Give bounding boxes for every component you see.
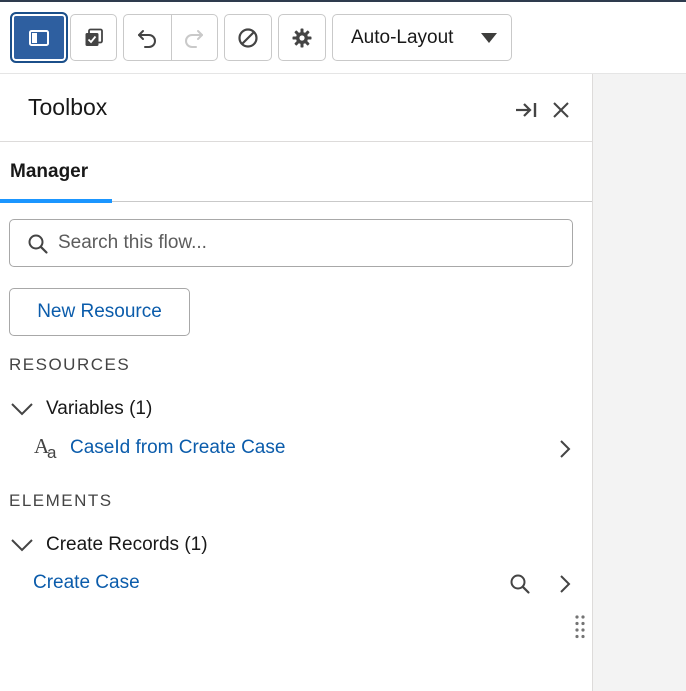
find-on-canvas-icon[interactable] (509, 573, 531, 595)
chevron-down-icon (11, 539, 33, 552)
copy-button[interactable] (70, 14, 117, 61)
ban-icon (238, 27, 258, 48)
redo-button[interactable] (170, 15, 218, 60)
settings-button[interactable] (278, 14, 326, 61)
tab-manager-label: Manager (10, 161, 89, 182)
section-resources-label: RESOURCES (9, 355, 131, 374)
drag-handle-icon[interactable] (574, 614, 586, 640)
search-input[interactable] (58, 228, 558, 258)
copy-check-icon (85, 28, 103, 46)
undo-icon (138, 29, 157, 48)
undo-redo-group (123, 14, 218, 61)
deactivate-button[interactable] (224, 14, 272, 61)
redo-icon (185, 29, 204, 48)
resource-item-caseid[interactable]: Aa CaseId from Create Case (34, 433, 285, 463)
active-tab-indicator (0, 199, 112, 203)
chevron-right-icon[interactable] (558, 439, 572, 459)
tab-bar: Manager (0, 142, 592, 203)
search-icon (28, 234, 48, 254)
toolbox-panel: Toolbox Manager New Resource RESOURCES V… (0, 74, 592, 691)
new-resource-button[interactable]: New Resource (9, 288, 190, 336)
group-variables-toggle[interactable]: Variables (1) (10, 395, 152, 423)
layout-select[interactable]: Auto-Layout (332, 14, 512, 61)
panel-title: Toolbox (28, 94, 108, 120)
gear-icon (292, 28, 312, 47)
toggle-toolbox-button[interactable] (10, 12, 68, 63)
text-type-icon: Aa (34, 434, 57, 462)
group-variables-label: Variables (1) (46, 398, 153, 419)
chevron-down-icon (11, 403, 33, 416)
element-item-create-case[interactable]: Create Case (33, 568, 140, 598)
caret-down-icon (481, 33, 497, 43)
search-box (9, 219, 573, 267)
layout-select-value: Auto-Layout (351, 26, 454, 48)
panel-toggle-icon (29, 29, 49, 46)
flow-canvas[interactable] (592, 74, 686, 691)
chevron-right-icon[interactable] (558, 574, 572, 594)
group-create-records-toggle[interactable]: Create Records (1) (10, 531, 208, 559)
undo-button[interactable] (124, 15, 171, 60)
tab-manager[interactable]: Manager (0, 142, 112, 203)
element-item-label: Create Case (33, 572, 140, 593)
panel-header: Toolbox (0, 74, 592, 142)
resource-item-label: CaseId from Create Case (70, 437, 286, 458)
toolbar: Auto-Layout (0, 2, 686, 74)
collapse-right-icon[interactable] (514, 98, 538, 122)
close-icon[interactable] (550, 99, 572, 121)
group-create-records-label: Create Records (1) (46, 534, 208, 555)
section-elements-label: ELEMENTS (9, 491, 113, 510)
